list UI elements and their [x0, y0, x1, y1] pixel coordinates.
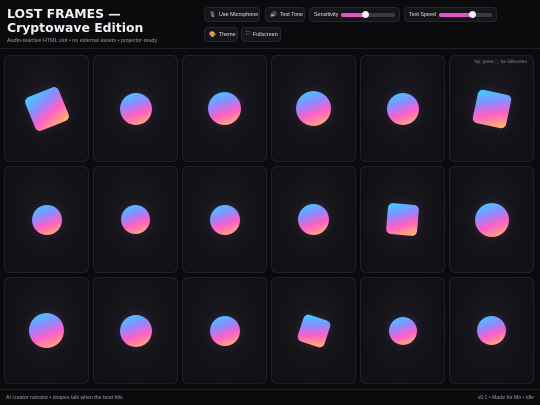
text-speed-label: Text Speed — [409, 11, 436, 18]
frame-tile — [182, 55, 267, 162]
circle-shape — [208, 92, 241, 125]
fullscreen-tip: Tip: press ⬚ for fullscreen — [473, 59, 527, 64]
header-bar: LOST FRAMES — Cryptowave Edition Audio-r… — [0, 0, 540, 49]
sensitivity-control: Sensitivity — [309, 7, 400, 22]
circle-shape — [121, 205, 150, 234]
circle-shape — [29, 313, 64, 348]
frame-tile — [93, 166, 178, 273]
speaker-icon: 🔊 — [270, 11, 277, 18]
circle-shape — [298, 204, 329, 235]
frame-tile — [271, 166, 356, 273]
frame-tile — [360, 55, 445, 162]
circle-shape — [31, 204, 62, 235]
circle-shape — [209, 204, 240, 235]
frame-tile — [4, 55, 89, 162]
fullscreen-label: Fullscreen — [252, 31, 278, 38]
frame-tile: Tip: press ⬚ for fullscreen — [449, 55, 534, 162]
text-speed-slider-fill — [438, 12, 472, 17]
frame-tile — [93, 277, 178, 384]
footer-right-text: v0.1 • Made for Mo • idle — [477, 395, 534, 401]
frame-tile — [4, 166, 89, 273]
app-subtitle: Audio-reactive HTML slot • no external a… — [7, 38, 158, 44]
app-title: LOST FRAMES — Cryptowave Edition — [7, 6, 144, 35]
test-tone-label: Test Tone — [279, 11, 303, 18]
circle-shape — [209, 315, 240, 346]
sensitivity-slider[interactable] — [341, 10, 395, 18]
test-tone-button[interactable]: 🔊 Test Tone — [265, 7, 305, 22]
expand-icon: ⛶ — [246, 31, 250, 37]
palette-icon: 🎨 — [209, 31, 216, 38]
circle-shape — [474, 202, 509, 237]
sensitivity-label: Sensitivity — [314, 11, 339, 18]
text-speed-slider-knob[interactable] — [468, 10, 476, 18]
frame-tile — [271, 277, 356, 384]
circle-shape — [388, 316, 417, 345]
circle-shape — [386, 92, 419, 125]
use-microphone-label: Use Microphone — [218, 11, 259, 18]
frame-tile — [360, 277, 445, 384]
circle-shape — [296, 91, 331, 126]
frame-tile — [182, 277, 267, 384]
frame-tile — [271, 55, 356, 162]
square-shape — [295, 312, 332, 349]
microphone-icon: 🎙 — [209, 11, 216, 18]
theme-label: Theme — [218, 31, 236, 38]
sensitivity-slider-knob[interactable] — [362, 10, 370, 18]
footer-bar: AI curator narrator • shapes talk when t… — [0, 389, 540, 405]
frame-tile — [449, 166, 534, 273]
frame-tile — [360, 166, 445, 273]
text-speed-slider[interactable] — [438, 10, 492, 18]
circle-shape — [119, 92, 152, 125]
square-shape — [23, 85, 70, 132]
frame-tile — [93, 55, 178, 162]
square-shape — [385, 202, 420, 237]
text-speed-control: Text Speed — [404, 7, 497, 22]
frame-tile — [182, 166, 267, 273]
frame-tile — [449, 277, 534, 384]
use-microphone-button[interactable]: 🎙 Use Microphone — [204, 7, 260, 22]
circle-shape — [477, 316, 506, 345]
frame-tile — [4, 277, 89, 384]
square-shape — [471, 88, 512, 129]
footer-left-text: AI curator narrator • shapes talk when t… — [6, 395, 123, 401]
fullscreen-button[interactable]: ⛶ Fullscreen — [241, 27, 281, 42]
frame-grid: Tip: press ⬚ for fullscreen — [4, 55, 534, 384]
circle-shape — [119, 314, 152, 347]
theme-button[interactable]: 🎨 Theme — [204, 27, 238, 42]
